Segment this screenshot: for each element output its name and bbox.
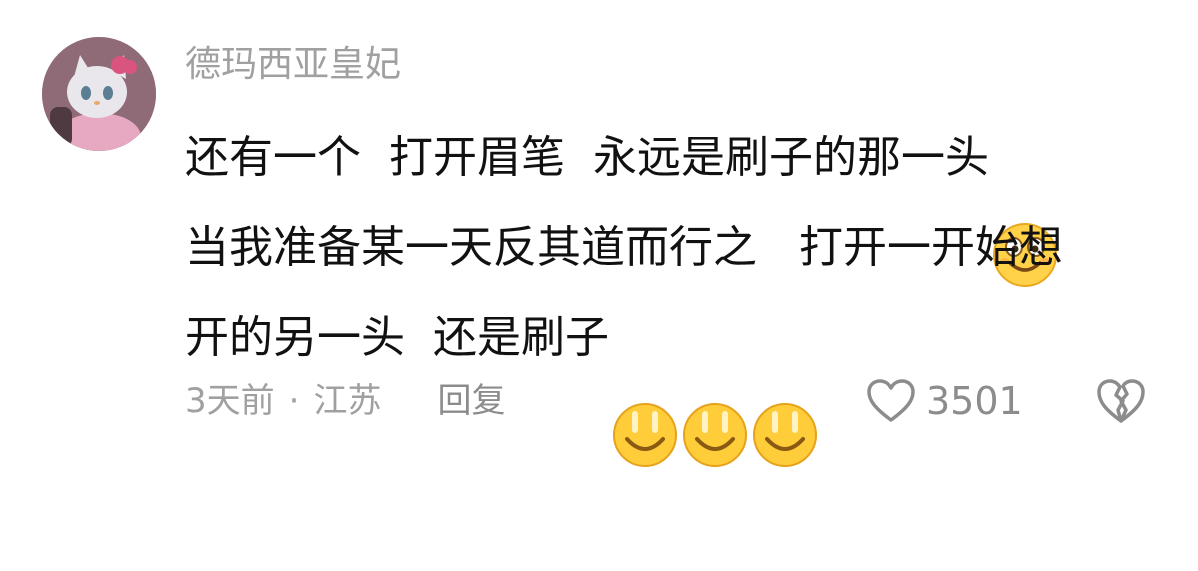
comment-body: 还有一个 打开眉笔 永远是刷子的那一头 当我准备某一天反其道而行之 打开一开始想…	[185, 108, 1175, 467]
comment-meta: 3天前 · 江苏 回复	[185, 378, 505, 424]
broken-heart-icon	[1097, 379, 1145, 423]
reply-button[interactable]: 回复	[437, 378, 505, 424]
like-button[interactable]: 3501	[866, 374, 1023, 428]
like-count: 3501	[926, 379, 1023, 423]
comment-text: 当我准备某一天反其道而行之 打开一开始想	[185, 222, 1063, 273]
comment-line: 当我准备某一天反其道而行之 打开一开始想	[185, 198, 1175, 288]
comment-location: 江苏	[313, 381, 382, 421]
grin-emoji-icon	[751, 299, 819, 467]
grin-emoji-icon	[681, 299, 749, 467]
smile-emoji-icon	[991, 119, 1059, 287]
meta-separator: ·	[288, 381, 300, 421]
comment-text: 还有一个 打开眉笔 永远是刷子的那一头	[185, 132, 989, 183]
dislike-button[interactable]	[1096, 376, 1146, 426]
comment-line: 还有一个 打开眉笔 永远是刷子的那一头	[185, 108, 1175, 287]
avatar[interactable]	[42, 37, 156, 151]
grin-emoji-icon	[611, 299, 679, 467]
username[interactable]: 德玛西亚皇妃	[185, 42, 401, 88]
comment-text: 开的另一头 还是刷子	[185, 312, 609, 363]
heart-outline-icon	[867, 379, 915, 422]
comment-time: 3天前	[185, 381, 275, 421]
avatar-image	[42, 37, 156, 151]
